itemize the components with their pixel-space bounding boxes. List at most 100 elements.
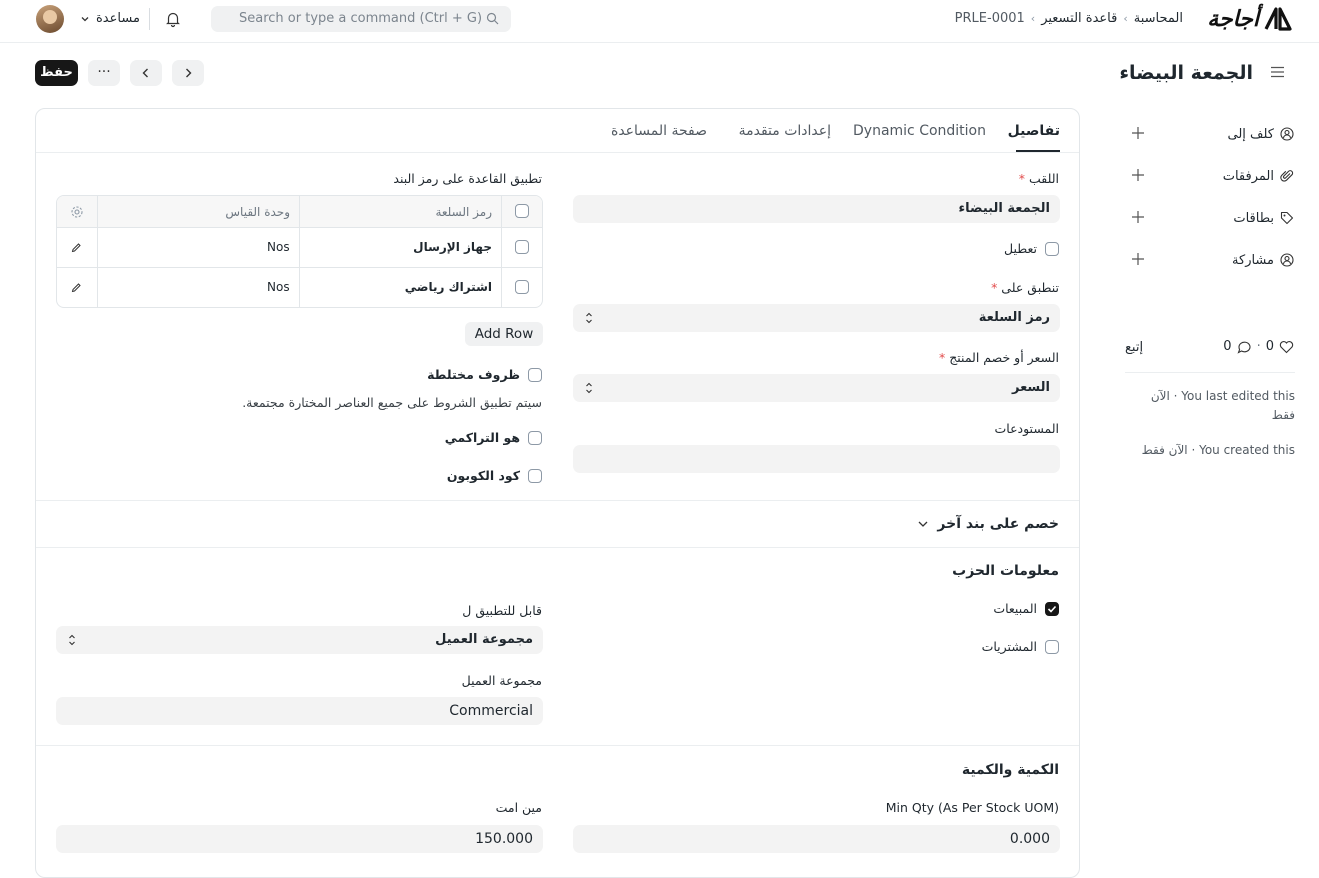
applicable-for-label: قابل للتطبيق ل — [462, 603, 542, 618]
title-label: اللقب * — [1018, 171, 1059, 186]
chevron-down-icon — [81, 16, 89, 21]
sidebar-item-tags[interactable]: بطاقات — [1134, 207, 1294, 229]
add-row-button[interactable]: Add Row — [465, 322, 543, 346]
add-tag-icon[interactable] — [1131, 210, 1145, 224]
discount-section-toggle[interactable]: خصم على بند آخر — [917, 516, 1059, 532]
user-avatar[interactable] — [36, 5, 64, 33]
applicable-for-value: مجموعة العميل — [435, 632, 533, 647]
qty-section-title: الكمية والكمية — [961, 762, 1059, 778]
row-checkbox[interactable] — [515, 280, 529, 294]
grid-select-all-checkbox[interactable] — [515, 204, 529, 218]
table-row[interactable]: جهاز الإرسال Nos — [57, 228, 542, 268]
is-cumulative-label: هو التراكمي — [444, 430, 520, 445]
row-item-code[interactable]: جهاز الإرسال — [413, 240, 492, 254]
min-qty-uom-field[interactable]: 0.000 — [573, 825, 1060, 853]
title-field[interactable]: الجمعة البيضاء — [573, 195, 1060, 223]
tab-details[interactable]: تفاصيل — [1008, 123, 1060, 139]
sidebar-toggle-icon[interactable] — [1270, 66, 1285, 78]
coupon-code-checkbox[interactable] — [528, 468, 542, 483]
likes-count: 0 — [1265, 339, 1274, 354]
disable-checkbox[interactable] — [1045, 241, 1059, 256]
tab-help[interactable]: صفحة المساعدة — [611, 123, 707, 139]
breadcrumb-accounting[interactable]: المحاسبة — [1134, 11, 1183, 26]
mixed-conditions-checkbox[interactable] — [528, 367, 542, 382]
party-section-title: معلومات الحزب — [952, 563, 1059, 579]
tag-icon — [1280, 211, 1294, 225]
sidebar-item-attachments[interactable]: المرفقات — [1134, 165, 1294, 187]
tab-dynamic-condition[interactable]: Dynamic Condition — [853, 123, 986, 139]
items-grid: رمز السلعة وحدة القياس جهاز الإرسال Nos … — [56, 195, 543, 308]
page-title: الجمعة البيضاء — [1119, 62, 1253, 84]
discount-section-title: خصم على بند آخر — [937, 516, 1059, 532]
breadcrumb-separator: › — [1123, 12, 1128, 25]
gear-icon[interactable] — [70, 205, 84, 219]
next-doc-button[interactable] — [172, 60, 204, 86]
user-plus-icon — [1280, 127, 1294, 141]
selling-label: المبيعات — [993, 601, 1037, 616]
apply-rule-on-label: تطبيق القاعدة على رمز البند — [393, 171, 542, 186]
chevron-left-icon — [142, 68, 148, 78]
grid-header-item-code: رمز السلعة — [435, 205, 492, 219]
min-amt-field[interactable]: 150.000 — [56, 825, 543, 853]
grid-col-divider — [299, 228, 300, 267]
add-assign-icon[interactable] — [1131, 126, 1145, 140]
save-button[interactable]: حفظ — [35, 60, 78, 86]
activity-last-edited: You last edited this · الآن — [1150, 389, 1295, 403]
help-label: مساعدة — [96, 11, 140, 26]
buying-checkbox[interactable] — [1045, 639, 1059, 654]
coupon-code-row[interactable]: كود الكوبون — [447, 468, 542, 483]
app-logo[interactable]: أجاجة — [1195, 5, 1293, 33]
customer-group-label: مجموعة العميل — [461, 673, 542, 688]
follow-button[interactable]: إتبع — [1125, 340, 1143, 355]
grid-col-divider — [97, 228, 98, 267]
warehouses-field[interactable] — [573, 445, 1060, 473]
breadcrumb-pricing-rule[interactable]: قاعدة التسعير — [1041, 11, 1117, 26]
activity-created: You created this · الآن فقط — [1141, 443, 1295, 457]
is-cumulative-checkbox[interactable] — [528, 430, 542, 445]
active-tab-underline — [1016, 150, 1060, 152]
grid-col-divider — [501, 196, 502, 227]
previous-doc-button[interactable] — [130, 60, 162, 86]
selling-checkbox-row[interactable]: المبيعات — [993, 601, 1059, 616]
selling-checkbox[interactable] — [1045, 601, 1059, 616]
buying-checkbox-row[interactable]: المشتريات — [982, 639, 1059, 654]
section-divider — [36, 500, 1079, 501]
heart-icon[interactable] — [1279, 340, 1294, 354]
help-menu[interactable]: مساعدة — [80, 11, 140, 26]
sidebar-stats: 0 · 0 — [1223, 339, 1294, 354]
apply-on-select[interactable]: رمز السلعة — [573, 304, 1060, 332]
sidebar-item-assign[interactable]: كلف إلى — [1134, 123, 1294, 145]
search-icon — [486, 12, 499, 25]
edit-row-icon[interactable] — [71, 282, 82, 293]
row-uom[interactable]: Nos — [267, 240, 290, 254]
price-or-discount-select[interactable]: السعر — [573, 374, 1060, 402]
comment-icon[interactable] — [1237, 340, 1252, 354]
customer-group-field[interactable]: Commercial — [56, 697, 543, 725]
breadcrumb: المحاسبة › قاعدة التسعير › PRLE-0001 — [955, 11, 1183, 26]
disable-checkbox-row[interactable]: تعطيل — [1004, 241, 1059, 256]
edit-row-icon[interactable] — [71, 242, 82, 253]
logo-mark-icon — [1264, 7, 1292, 31]
add-attachment-icon[interactable] — [1131, 168, 1145, 182]
bell-icon[interactable] — [164, 10, 182, 28]
tab-advanced-settings[interactable]: إعدادات متقدمة — [739, 123, 831, 139]
row-uom[interactable]: Nos — [267, 280, 290, 294]
search-input[interactable]: Search or type a command (Ctrl + G) — [211, 6, 511, 32]
applicable-for-select[interactable]: مجموعة العميل — [56, 626, 543, 654]
min-amt-label: مين امت — [495, 800, 542, 815]
more-actions-button[interactable]: ··· — [88, 60, 120, 86]
chevron-right-icon — [186, 68, 192, 78]
table-row[interactable]: اشتراك رياضي Nos — [57, 268, 542, 307]
add-share-icon[interactable] — [1131, 252, 1145, 266]
logo-text: أجاجة — [1207, 6, 1259, 32]
stats-separator: · — [1256, 339, 1261, 354]
is-cumulative-row[interactable]: هو التراكمي — [445, 430, 542, 445]
grid-col-divider — [501, 228, 502, 267]
row-item-code[interactable]: اشتراك رياضي — [405, 280, 492, 294]
row-checkbox[interactable] — [515, 240, 529, 254]
mixed-conditions-row[interactable]: ظروف مختلطة — [427, 367, 542, 382]
sidebar-item-share[interactable]: مشاركة — [1134, 249, 1294, 271]
search-placeholder: Search or type a command (Ctrl + G) — [239, 11, 483, 26]
form-tabs: تفاصيل Dynamic Condition إعدادات متقدمة … — [36, 109, 1079, 153]
grid-col-divider — [97, 196, 98, 227]
